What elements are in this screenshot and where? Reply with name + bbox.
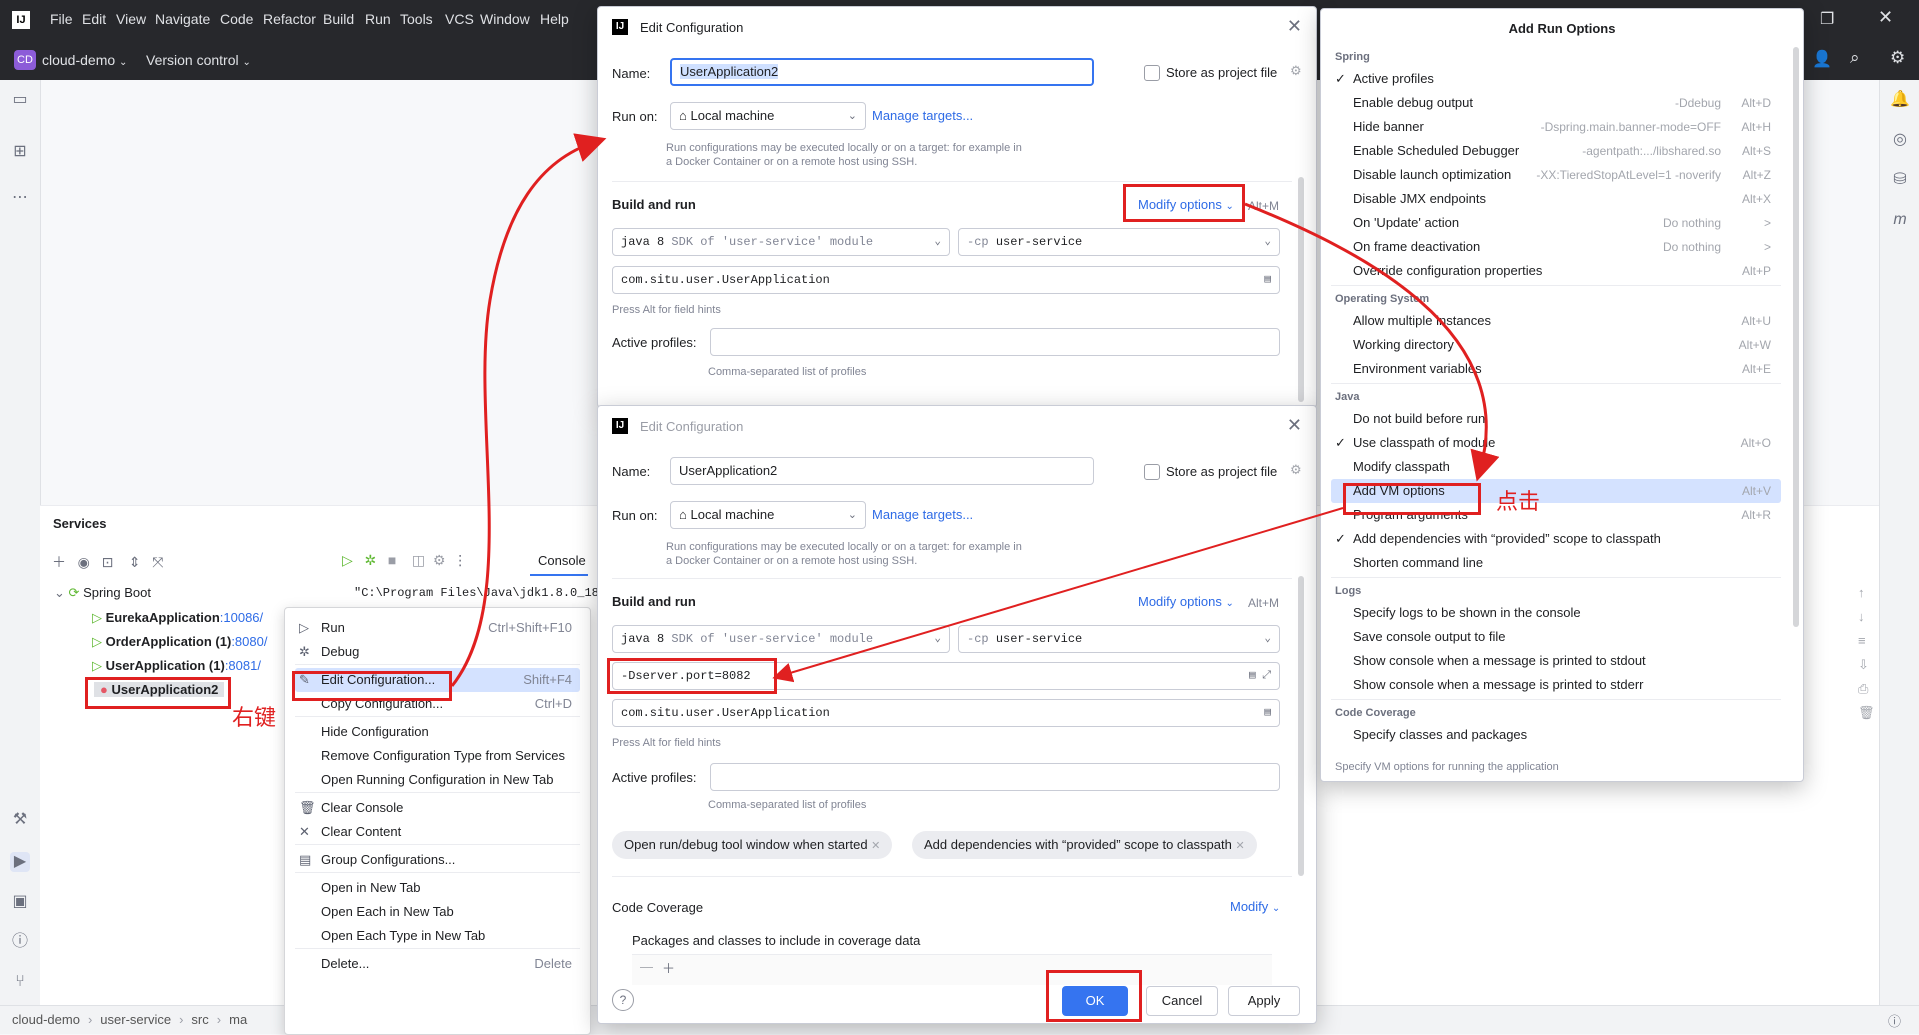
annotation-arrows — [450, 133, 1500, 687]
arrow-to-vm-field — [772, 507, 1344, 683]
arrow-to-dialog — [450, 133, 607, 687]
arrow-to-add-vm — [1244, 202, 1500, 482]
